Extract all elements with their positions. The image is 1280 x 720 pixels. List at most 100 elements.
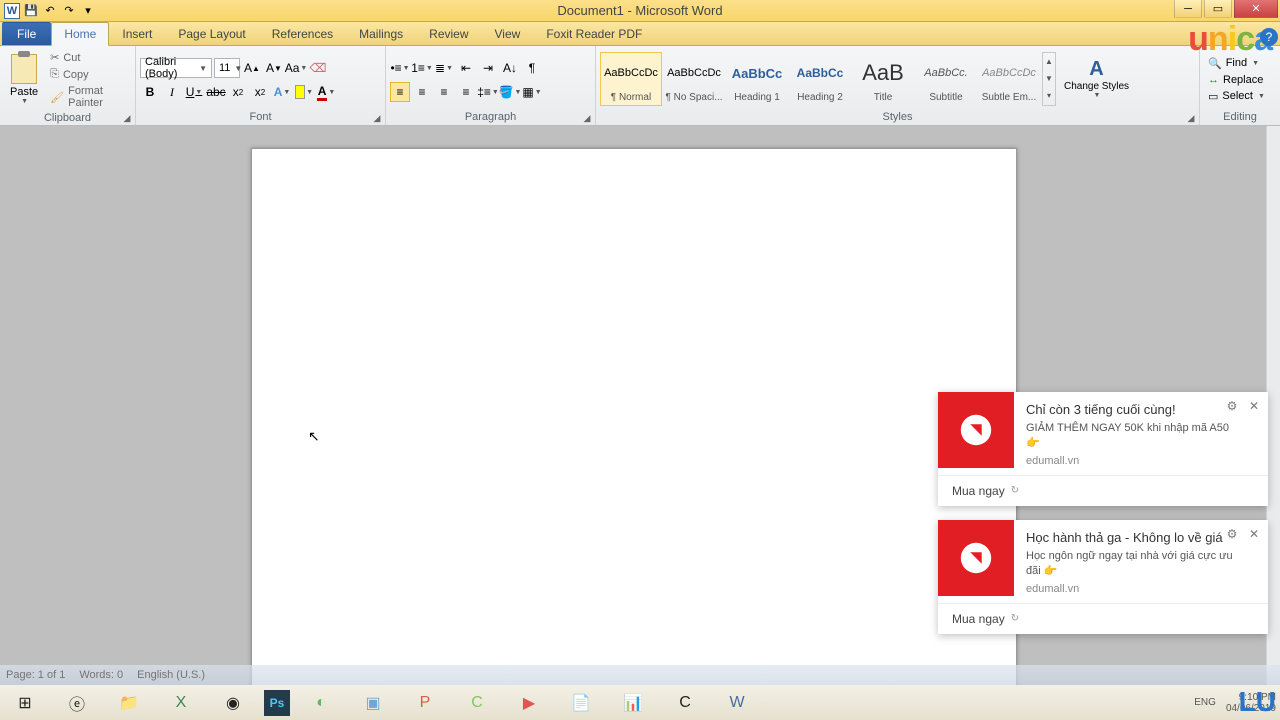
clear-formatting-button[interactable]: ⌫ [308, 58, 328, 78]
paragraph-launcher[interactable]: ◢ [581, 111, 593, 123]
strikethrough-button[interactable]: abc [206, 82, 226, 102]
style-item-3[interactable]: AaBbCcHeading 2 [789, 52, 851, 106]
tab-view[interactable]: View [482, 22, 534, 45]
numbering-button[interactable]: 1≡▼ [412, 58, 432, 78]
font-size-combo[interactable]: 11▼ [214, 58, 240, 78]
app-icon-1[interactable]: ▣ [352, 688, 394, 718]
photoshop-icon[interactable]: Ps [264, 690, 290, 716]
excel2-icon[interactable]: 📊 [612, 688, 654, 718]
styles-row-down[interactable]: ▼ [1043, 70, 1055, 87]
align-center-button[interactable]: ≡ [412, 82, 432, 102]
save-icon[interactable]: 💾 [23, 3, 39, 19]
borders-button[interactable]: ▦▼ [522, 82, 542, 102]
font-launcher[interactable]: ◢ [371, 111, 383, 123]
styles-spinner[interactable]: ▲ ▼ ▾ [1042, 52, 1056, 106]
tab-mailings[interactable]: Mailings [346, 22, 416, 45]
line-spacing-button[interactable]: ‡≡▼ [478, 82, 498, 102]
bold-button[interactable]: B [140, 82, 160, 102]
notification-settings-icon[interactable]: ⚙ [1224, 398, 1240, 414]
app-icon-2[interactable]: C [664, 688, 706, 718]
status-language[interactable]: English (U.S.) [137, 669, 205, 681]
styles-launcher[interactable]: ◢ [1185, 111, 1197, 123]
document-page[interactable] [251, 148, 1017, 685]
styles-gallery[interactable]: AaBbCcDc¶ NormalAaBbCcDc¶ No Spaci... AaB… [600, 51, 1040, 107]
tab-foxit[interactable]: Foxit Reader PDF [533, 22, 655, 45]
qat-customize-icon[interactable]: ▾ [80, 3, 96, 19]
bullets-button[interactable]: •≡▼ [390, 58, 410, 78]
decrease-indent-button[interactable]: ⇤ [456, 58, 476, 78]
powerpoint-icon[interactable]: P [404, 688, 446, 718]
notification-action-button[interactable]: Mua ngay↻ [938, 475, 1268, 506]
undo-icon[interactable]: ↶ [42, 3, 58, 19]
change-styles-button[interactable]: A Change Styles ▼ [1058, 54, 1135, 103]
paste-button[interactable]: Paste ▼ [4, 52, 44, 107]
notification-action-button[interactable]: Mua ngay↻ [938, 603, 1268, 634]
style-item-0[interactable]: AaBbCcDc¶ Normal [600, 52, 662, 106]
multilevel-button[interactable]: ≣▼ [434, 58, 454, 78]
status-page[interactable]: Page: 1 of 1 [6, 669, 65, 681]
chrome-icon[interactable]: ◉ [212, 688, 254, 718]
change-case-button[interactable]: Aa▼ [286, 58, 306, 78]
clipboard-launcher[interactable]: ◢ [121, 111, 133, 123]
tab-review[interactable]: Review [416, 22, 481, 45]
status-words[interactable]: Words: 0 [79, 669, 123, 681]
align-left-button[interactable]: ≡ [390, 82, 410, 102]
notification-close-icon[interactable]: ✕ [1246, 398, 1262, 414]
pdf-icon[interactable]: 📄 [560, 688, 602, 718]
show-marks-button[interactable]: ¶ [522, 58, 542, 78]
tab-home[interactable]: Home [51, 22, 109, 46]
style-item-4[interactable]: AaBTitle [852, 52, 914, 106]
copy-button[interactable]: ⎘Copy [46, 67, 131, 82]
explorer-icon[interactable]: 📁 [108, 688, 150, 718]
shrink-font-button[interactable]: A▼ [264, 58, 284, 78]
font-color-button[interactable]: A▼ [316, 82, 336, 102]
help-icon[interactable]: ? [1260, 28, 1278, 46]
find-button[interactable]: 🔍Find▼ [1204, 56, 1269, 71]
justify-button[interactable]: ≡ [456, 82, 476, 102]
close-button[interactable]: ✕ [1234, 0, 1278, 18]
player-icon[interactable]: ▶ [508, 688, 550, 718]
shading-button[interactable]: 🪣▼ [500, 82, 520, 102]
style-item-6[interactable]: AaBbCcDcSubtle Em... [978, 52, 1040, 106]
excel-icon[interactable]: X [160, 688, 202, 718]
underline-button[interactable]: U▼ [184, 82, 204, 102]
tray-lang[interactable]: ENG [1194, 697, 1216, 708]
tab-insert[interactable]: Insert [109, 22, 165, 45]
sort-button[interactable]: A↓ [500, 58, 520, 78]
notification-2[interactable]: Học hành thả ga - Không lo về giá Học ng… [938, 520, 1268, 634]
tab-file[interactable]: File [2, 22, 51, 45]
styles-more[interactable]: ▾ [1043, 87, 1055, 104]
vertical-scrollbar[interactable] [1266, 126, 1280, 685]
notification-1[interactable]: Chỉ còn 3 tiếng cuối cùng! GIẢM THÊM NGA… [938, 392, 1268, 506]
font-name-combo[interactable]: Calibri (Body)▼ [140, 58, 212, 78]
ie-icon[interactable]: ⓔ [56, 688, 98, 718]
highlight-button[interactable]: ▼ [294, 82, 314, 102]
subscript-button[interactable]: x2 [228, 82, 248, 102]
tray-clock[interactable]: 9:10 PM04/06/2019 [1226, 692, 1276, 714]
styles-row-up[interactable]: ▲ [1043, 53, 1055, 70]
replace-button[interactable]: ↔Replace [1204, 73, 1269, 87]
tab-page-layout[interactable]: Page Layout [165, 22, 258, 45]
coccoc-icon[interactable]: ◐ [300, 688, 342, 718]
align-right-button[interactable]: ≡ [434, 82, 454, 102]
redo-icon[interactable]: ↷ [61, 3, 77, 19]
grow-font-button[interactable]: A▲ [242, 58, 262, 78]
cut-button[interactable]: ✂Cut [46, 50, 131, 65]
italic-button[interactable]: I [162, 82, 182, 102]
increase-indent-button[interactable]: ⇥ [478, 58, 498, 78]
text-effects-button[interactable]: A▼ [272, 82, 292, 102]
word-app-icon[interactable]: W [4, 3, 20, 19]
select-button[interactable]: ▭Select▼ [1204, 89, 1269, 104]
style-item-1[interactable]: AaBbCcDc¶ No Spaci... [663, 52, 725, 106]
style-item-5[interactable]: AaBbCc.Subtitle [915, 52, 977, 106]
tab-references[interactable]: References [259, 22, 346, 45]
notification-close-icon[interactable]: ✕ [1246, 526, 1262, 542]
start-button[interactable]: ⊞ [4, 688, 46, 718]
maximize-button[interactable]: ▭ [1204, 0, 1232, 18]
superscript-button[interactable]: x2 [250, 82, 270, 102]
word-taskbar-icon[interactable]: W [716, 688, 758, 718]
minimize-button[interactable]: ─ [1174, 0, 1202, 18]
camtasia-icon[interactable]: C [456, 688, 498, 718]
format-painter-button[interactable]: 🖌Format Painter [46, 84, 131, 110]
notification-settings-icon[interactable]: ⚙ [1224, 526, 1240, 542]
